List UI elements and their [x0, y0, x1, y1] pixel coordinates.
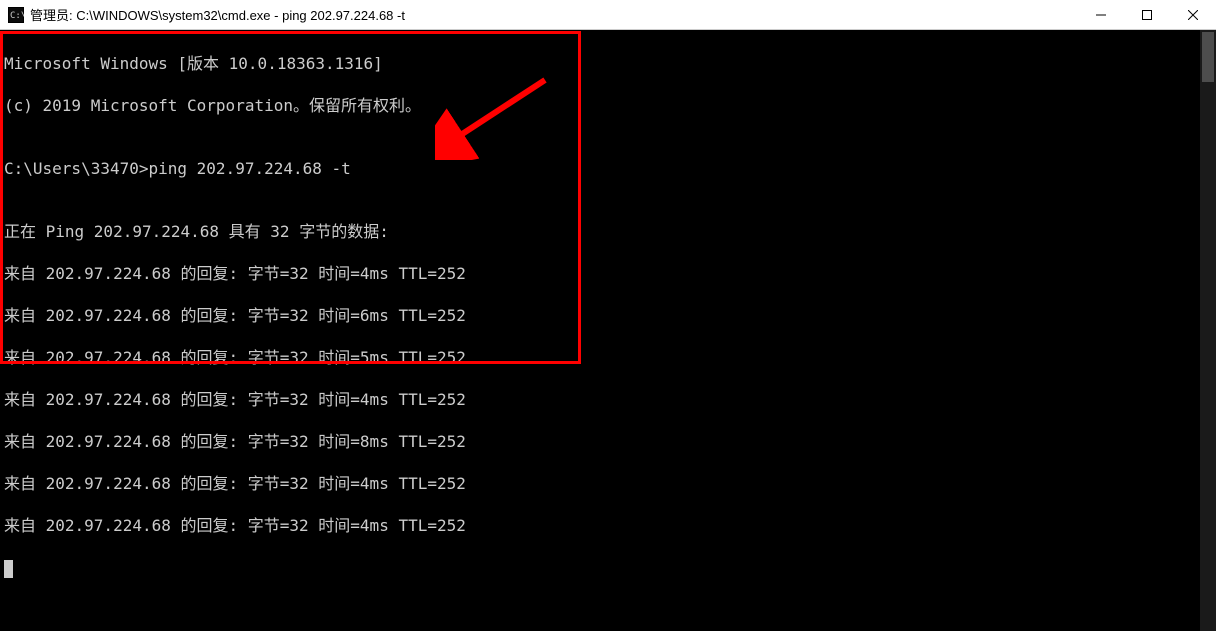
ping-reply: 来自 202.97.224.68 的回复: 字节=32 时间=6ms TTL=2…: [4, 305, 1196, 326]
ping-reply: 来自 202.97.224.68 的回复: 字节=32 时间=4ms TTL=2…: [4, 263, 1196, 284]
minimize-button[interactable]: [1078, 0, 1124, 29]
cmd-icon: C:\: [8, 7, 24, 23]
ping-reply: 来自 202.97.224.68 的回复: 字节=32 时间=4ms TTL=2…: [4, 389, 1196, 410]
window-title: 管理员: C:\WINDOWS\system32\cmd.exe - ping …: [30, 5, 1078, 24]
terminal-line: Microsoft Windows [版本 10.0.18363.1316]: [4, 53, 1196, 74]
terminal-content: Microsoft Windows [版本 10.0.18363.1316] (…: [0, 30, 1200, 631]
ping-reply: 来自 202.97.224.68 的回复: 字节=32 时间=5ms TTL=2…: [4, 347, 1196, 368]
ping-reply: 来自 202.97.224.68 的回复: 字节=32 时间=4ms TTL=2…: [4, 473, 1196, 494]
scrollbar-thumb[interactable]: [1202, 32, 1214, 82]
terminal-line: 正在 Ping 202.97.224.68 具有 32 字节的数据:: [4, 221, 1196, 242]
ping-reply: 来自 202.97.224.68 的回复: 字节=32 时间=8ms TTL=2…: [4, 431, 1196, 452]
vertical-scrollbar[interactable]: [1200, 30, 1216, 631]
close-button[interactable]: [1170, 0, 1216, 29]
svg-text:C:\: C:\: [10, 11, 24, 21]
cmd-window: C:\ 管理员: C:\WINDOWS\system32\cmd.exe - p…: [0, 0, 1216, 631]
window-controls: [1078, 0, 1216, 29]
terminal-line: C:\Users\33470>ping 202.97.224.68 -t: [4, 158, 1196, 179]
titlebar[interactable]: C:\ 管理员: C:\WINDOWS\system32\cmd.exe - p…: [0, 0, 1216, 30]
terminal-line: (c) 2019 Microsoft Corporation。保留所有权利。: [4, 95, 1196, 116]
ping-reply: 来自 202.97.224.68 的回复: 字节=32 时间=4ms TTL=2…: [4, 515, 1196, 536]
terminal-cursor: [4, 560, 13, 578]
maximize-button[interactable]: [1124, 0, 1170, 29]
terminal-area[interactable]: Microsoft Windows [版本 10.0.18363.1316] (…: [0, 30, 1216, 631]
